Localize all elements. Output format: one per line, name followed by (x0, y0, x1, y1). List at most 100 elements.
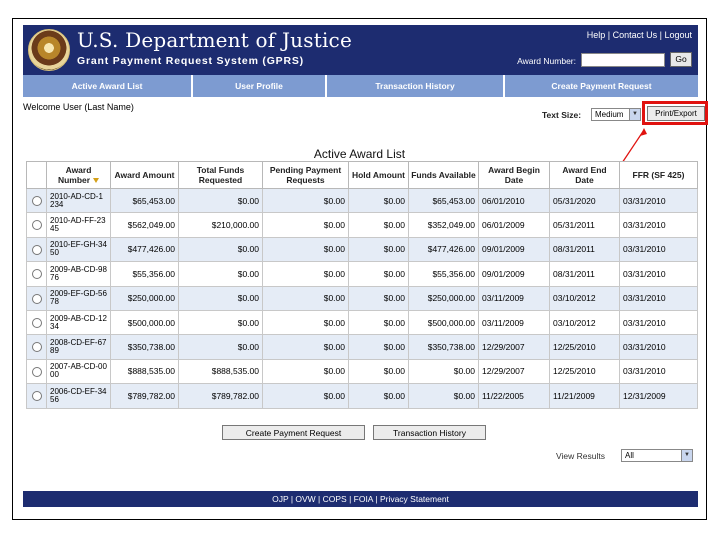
table-cell: $352,049.00 (408, 212, 479, 238)
table-cell: $477,426.00 (408, 236, 479, 263)
help-link[interactable]: Help (587, 30, 606, 40)
table-row: 2008-CD-EF-6789 $350,738.00 $0.00 $0.00 $0.0… (26, 334, 698, 360)
select-column-header (26, 161, 47, 189)
table-cell: 2010-AD-FF-2345 (46, 212, 111, 238)
department-title: U.S. Department of Justice (77, 28, 352, 52)
main-nav: Active Award List User Profile Transacti… (23, 75, 698, 97)
row-radio-button[interactable] (31, 269, 42, 280)
table-cell: 03/31/2010 (619, 334, 698, 360)
create-payment-request-button[interactable]: Create Payment Request (222, 425, 365, 440)
row-select-cell (26, 334, 47, 360)
row-select-cell (26, 358, 47, 385)
row-radio-button[interactable] (31, 318, 42, 329)
table-cell: $55,356.00 (110, 261, 179, 287)
table-cell: $0.00 (262, 334, 349, 360)
table-cell: 03/31/2010 (619, 261, 698, 287)
column-header-award-end-date: Award End Date (549, 161, 620, 189)
column-header-hold-amount: Hold Amount (348, 161, 409, 189)
table-cell: $350,738.00 (110, 334, 179, 360)
table-row: 2007-AB-CD-0000 $888,535.00 $888,535.00 $0.… (26, 358, 698, 385)
table-cell: $0.00 (348, 309, 409, 336)
table-cell: $888,535.00 (178, 358, 263, 385)
table-cell: 11/22/2005 (478, 383, 550, 409)
table-cell: 2010-AD-CD-1234 (46, 187, 111, 214)
table-cell: 09/01/2009 (478, 261, 550, 287)
row-radio-button[interactable] (31, 293, 42, 304)
table-cell: $0.00 (348, 334, 409, 360)
table-row: 2010-EF-GH-3450 $477,426.00 $0.00 $0.00 $0.0… (26, 236, 698, 263)
row-radio-button[interactable] (31, 220, 42, 231)
table-cell: $0.00 (348, 285, 409, 311)
system-title: Grant Payment Request System (GPRS) (77, 55, 304, 67)
chevron-down-icon[interactable]: ▼ (681, 450, 692, 461)
table-header-row: Award Number Award Amount Total Funds Re… (26, 161, 698, 189)
table-cell: $0.00 (178, 187, 263, 214)
award-number-text: 2007-AB-CD-0000 (50, 362, 107, 380)
row-radio-button[interactable] (31, 342, 42, 353)
table-cell: $0.00 (262, 285, 349, 311)
row-select-cell (26, 285, 47, 311)
table-cell: $0.00 (178, 334, 263, 360)
table-cell: 12/25/2010 (549, 358, 620, 385)
row-radio-button[interactable] (31, 244, 42, 255)
tab-transaction-history[interactable]: Transaction History (327, 75, 505, 97)
table-cell: $65,453.00 (408, 187, 479, 214)
table-cell: $0.00 (262, 261, 349, 287)
award-number-text: 2009-EF-GD-5678 (50, 289, 107, 307)
column-header-award-number[interactable]: Award Number (46, 161, 111, 189)
table-cell: 2008-CD-EF-6789 (46, 334, 111, 360)
text-size-select[interactable]: Medium ▼ (591, 108, 641, 121)
award-number-text: 2009-AB-CD-9876 (50, 264, 107, 282)
page-frame: U.S. Department of Justice Grant Payment… (12, 18, 708, 520)
table-cell: 2007-AB-CD-0000 (46, 358, 111, 385)
table-cell: 03/11/2009 (478, 309, 550, 336)
row-select-cell (26, 236, 47, 263)
contact-us-link[interactable]: Contact Us (613, 30, 658, 40)
tab-user-profile[interactable]: User Profile (193, 75, 327, 97)
table-cell: $0.00 (178, 309, 263, 336)
table-cell: $0.00 (178, 285, 263, 311)
table-cell: $0.00 (348, 212, 409, 238)
table-cell: 03/11/2009 (478, 285, 550, 311)
table-cell: 09/01/2009 (478, 236, 550, 263)
table-cell: 2009-AB-CD-1234 (46, 309, 111, 336)
row-select-cell (26, 212, 47, 238)
tab-create-payment-request[interactable]: Create Payment Request (505, 75, 698, 97)
table-row: 2009-AB-CD-1234 $500,000.00 $0.00 $0.00 $0.0… (26, 309, 698, 336)
column-header-award-amount: Award Amount (110, 161, 179, 189)
table-cell: 11/21/2009 (549, 383, 620, 409)
table-cell: 03/31/2010 (619, 187, 698, 214)
row-radio-button[interactable] (31, 366, 42, 377)
table-cell: $789,782.00 (110, 383, 179, 409)
row-radio-button[interactable] (31, 391, 42, 402)
table-cell: 05/31/2011 (549, 212, 620, 238)
table-cell: $0.00 (348, 358, 409, 385)
table-cell: 12/25/2010 (549, 334, 620, 360)
transaction-history-button[interactable]: Transaction History (373, 425, 486, 440)
table-cell: 08/31/2011 (549, 261, 620, 287)
table-cell: $250,000.00 (408, 285, 479, 311)
row-select-cell (26, 309, 47, 336)
column-header-total-funds-requested: Total Funds Requested (178, 161, 263, 189)
view-results-select[interactable]: All ▼ (621, 449, 693, 462)
row-select-cell (26, 261, 47, 287)
table-cell: 12/29/2007 (478, 334, 550, 360)
table-cell: $350,738.00 (408, 334, 479, 360)
table-cell: $0.00 (262, 309, 349, 336)
table-cell: 03/31/2010 (619, 212, 698, 238)
award-number-text: 2009-AB-CD-1234 (50, 313, 107, 331)
tab-active-award-list[interactable]: Active Award List (23, 75, 193, 97)
logout-link[interactable]: Logout (664, 30, 692, 40)
table-title: Active Award List (313, 147, 406, 161)
table-cell: $789,782.00 (178, 383, 263, 409)
go-button[interactable]: Go (670, 52, 692, 67)
row-select-cell (26, 383, 47, 409)
table-cell: 12/29/2007 (478, 358, 550, 385)
table-cell: $888,535.00 (110, 358, 179, 385)
award-number-input[interactable] (581, 53, 665, 67)
table-cell: $0.00 (348, 383, 409, 409)
row-radio-button[interactable] (31, 196, 42, 207)
table-row: 2009-AB-CD-9876 $55,356.00 $0.00 $0.00 $0.00… (26, 261, 698, 287)
chevron-down-icon[interactable]: ▼ (629, 109, 640, 120)
sort-icon[interactable] (93, 178, 100, 184)
